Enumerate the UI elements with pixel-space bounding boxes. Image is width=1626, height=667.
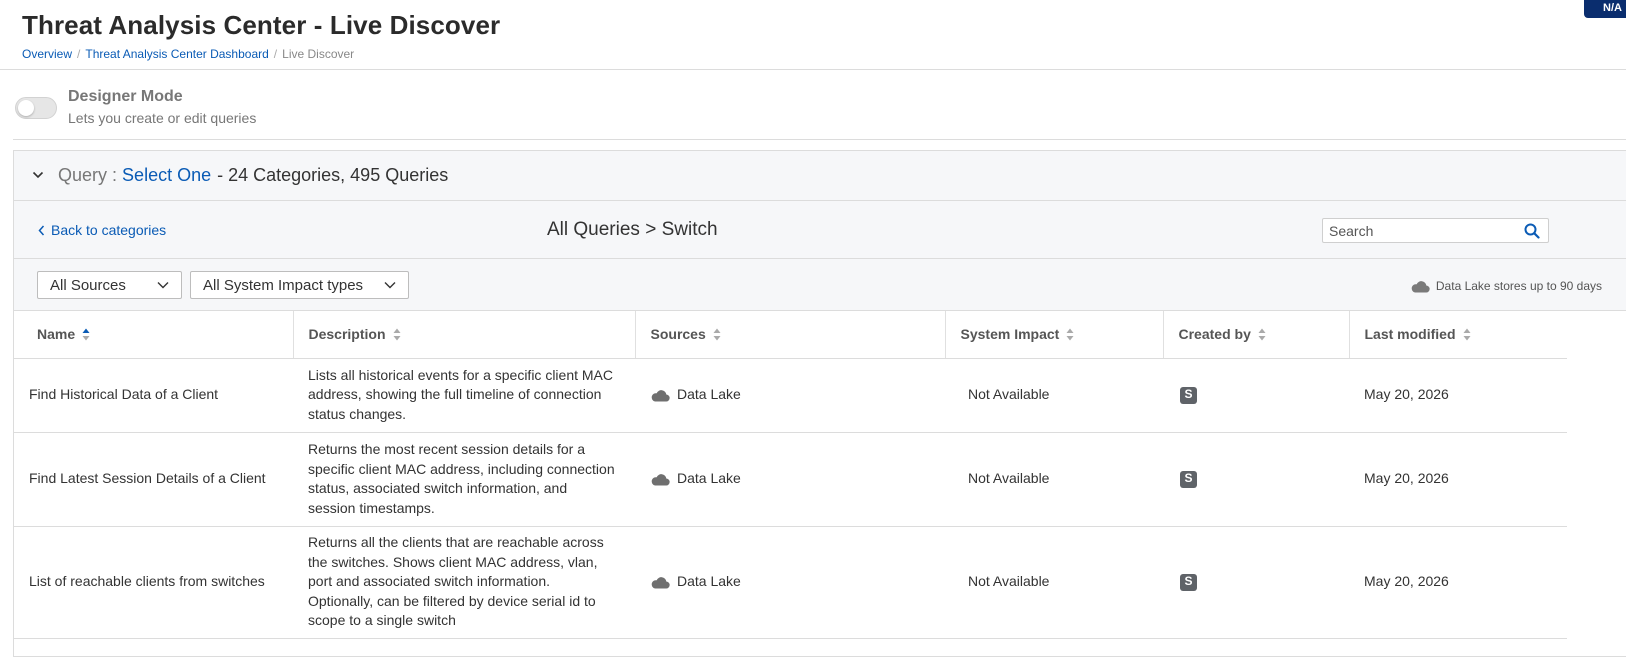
query-description: Returns the most recent session details … — [293, 432, 635, 527]
query-label: Query — [58, 165, 108, 185]
page-title: Threat Analysis Center - Live Discover — [22, 10, 501, 40]
query-system-impact: Not Available — [945, 432, 1163, 527]
query-colon: : — [112, 165, 118, 185]
search-input[interactable] — [1323, 219, 1513, 242]
designer-mode-subtitle: Lets you create or edit queries — [68, 110, 257, 126]
system-impact-dropdown-value: All System Impact types — [203, 276, 364, 294]
filter-row: All Sources All System Impact types Data… — [14, 259, 1626, 311]
page-header: Threat Analysis Center - Live Discover O… — [0, 0, 1626, 70]
back-to-categories-link[interactable]: Back to categories — [38, 222, 166, 238]
query-last-modified: May 20, 2026 — [1349, 526, 1567, 639]
query-name[interactable]: Find Historical Data of a Client — [14, 358, 293, 433]
toggle-knob — [18, 100, 34, 116]
designer-mode-toggle[interactable] — [15, 97, 57, 119]
queries-table: Name Description Sources System Impact C… — [14, 311, 1567, 639]
column-header-name[interactable]: Name — [14, 311, 294, 359]
designer-mode-section: Designer Mode Lets you create or edit qu… — [13, 70, 1626, 140]
table-row[interactable]: Find Latest Session Details of a Client … — [14, 432, 1567, 527]
sort-icon[interactable] — [1463, 328, 1471, 341]
query-selector-bar[interactable]: Query : Select One - 24 Categories, 495 … — [14, 151, 1626, 201]
query-name[interactable]: Find Latest Session Details of a Client — [14, 432, 293, 527]
query-description: Lists all historical events for a specif… — [293, 358, 635, 433]
breadcrumb-overview[interactable]: Overview — [22, 47, 72, 61]
data-lake-note-text: Data Lake stores up to 90 days — [1435, 279, 1602, 293]
query-nav-row: Back to categories All Queries > Switch — [14, 201, 1626, 259]
column-header-last-modified[interactable]: Last modified — [1349, 311, 1567, 359]
table-row[interactable]: Find Historical Data of a Client Lists a… — [14, 358, 1567, 433]
sort-icon[interactable] — [713, 328, 721, 341]
cloud-icon — [651, 389, 670, 402]
breadcrumb-current: Live Discover — [282, 47, 355, 61]
cloud-icon — [651, 473, 670, 486]
query-source: Data Lake — [677, 386, 741, 403]
breadcrumb-separator: / — [273, 47, 278, 61]
query-name[interactable]: List of reachable clients from switches — [14, 526, 293, 639]
sort-icon[interactable] — [1066, 328, 1074, 341]
back-to-categories-label: Back to categories — [51, 222, 167, 238]
data-lake-note: Data Lake stores up to 90 days — [1410, 279, 1602, 293]
designer-mode-title: Designer Mode — [68, 88, 183, 105]
chevron-down-icon — [384, 282, 396, 289]
chevron-down-icon[interactable] — [32, 169, 44, 181]
query-system-impact: Not Available — [945, 358, 1163, 433]
query-system-impact: Not Available — [945, 526, 1163, 639]
table-row[interactable]: List of reachable clients from switches … — [14, 526, 1567, 639]
query-source: Data Lake — [677, 470, 741, 487]
chevron-down-icon — [157, 282, 169, 289]
system-created-icon: S — [1180, 573, 1197, 591]
query-last-modified: May 20, 2026 — [1349, 432, 1567, 527]
system-created-icon: S — [1180, 386, 1197, 404]
sort-ascending-icon[interactable] — [82, 328, 90, 341]
breadcrumb: Overview / Threat Analysis Center Dashboar… — [22, 46, 1604, 62]
system-impact-dropdown[interactable]: All System Impact types — [190, 271, 409, 299]
sources-dropdown-value: All Sources — [50, 276, 126, 294]
column-header-sources[interactable]: Sources — [635, 311, 946, 359]
query-last-modified: May 20, 2026 — [1349, 358, 1567, 433]
search-box[interactable] — [1322, 218, 1549, 243]
query-panel: Query : Select One - 24 Categories, 495 … — [13, 150, 1626, 657]
query-select-one[interactable]: Select One — [122, 165, 211, 186]
breadcrumb-dashboard[interactable]: Threat Analysis Center Dashboard — [85, 47, 268, 61]
cloud-icon — [651, 576, 670, 589]
column-header-created-by[interactable]: Created by — [1163, 311, 1350, 359]
breadcrumb-separator: / — [77, 47, 81, 61]
query-summary: - 24 Categories, 495 Queries — [217, 165, 449, 185]
query-description: Returns all the clients that are reachab… — [293, 526, 635, 639]
system-created-icon: S — [1180, 470, 1197, 488]
query-path: All Queries > Switch — [547, 219, 718, 240]
cloud-icon — [1411, 280, 1430, 293]
query-source: Data Lake — [677, 573, 741, 590]
corner-badge[interactable]: N/A — [1584, 0, 1626, 18]
column-header-description[interactable]: Description — [293, 311, 636, 359]
search-icon[interactable] — [1524, 223, 1540, 239]
sort-icon[interactable] — [393, 328, 401, 341]
chevron-left-icon — [38, 225, 45, 235]
sort-icon[interactable] — [1258, 328, 1266, 341]
table-header-row: Name Description Sources System Impact C… — [14, 311, 1567, 359]
sources-dropdown[interactable]: All Sources — [37, 271, 182, 299]
column-header-system-impact[interactable]: System Impact — [945, 311, 1164, 359]
